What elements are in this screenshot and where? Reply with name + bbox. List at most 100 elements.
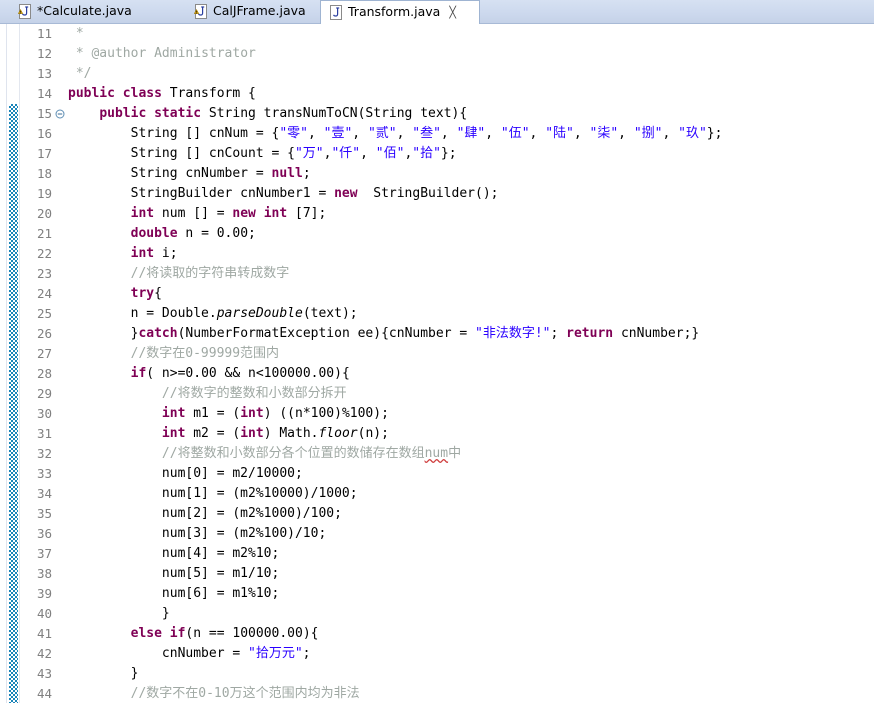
code-token: String [] cnCount = { bbox=[68, 146, 295, 161]
code-line: StringBuilder cnNumber1 = new StringBuil… bbox=[68, 184, 874, 204]
code-token: @author bbox=[91, 46, 147, 61]
line-number: 16 bbox=[20, 124, 66, 144]
code-token: cnNumber;} bbox=[613, 326, 700, 341]
code-line: double n = 0.00; bbox=[68, 224, 874, 244]
code-token: ; bbox=[550, 326, 567, 341]
code-token: new int bbox=[232, 206, 288, 221]
editor-tab-transformjava[interactable]: Transform.java ╳ bbox=[320, 0, 480, 24]
code-token: "拾万元" bbox=[248, 646, 303, 661]
editor-tab-bar: *Calculate.java CalJFrame.java Transform.j… bbox=[0, 0, 874, 24]
line-number: 14 bbox=[20, 84, 66, 104]
code-line: try{ bbox=[68, 284, 874, 304]
code-token: "捌" bbox=[633, 126, 663, 141]
line-number-text: 20 bbox=[36, 206, 52, 221]
code-line: num[6] = m1%10; bbox=[68, 584, 874, 604]
code-token: , bbox=[307, 126, 324, 141]
line-number-text: 26 bbox=[36, 326, 52, 341]
line-number-text: 28 bbox=[36, 366, 52, 381]
line-number-text: 33 bbox=[36, 466, 52, 481]
line-number: 23 bbox=[20, 264, 66, 284]
code-token: if bbox=[130, 366, 147, 381]
code-editor-area[interactable]: 11 12 13 14 15 16 17 18 19 20 21 22 23 24 25 26 27 28 29 30… bbox=[0, 24, 874, 703]
line-number-text: 16 bbox=[36, 126, 52, 141]
line-number-text: 38 bbox=[36, 566, 52, 581]
code-token: int bbox=[161, 426, 186, 441]
java-file-warning-icon bbox=[194, 4, 208, 19]
tab-close-icon[interactable]: ╳ bbox=[449, 7, 456, 18]
code-line: if( n>=0.00 && n<100000.00){ bbox=[68, 364, 874, 384]
tab-bar-empty-space bbox=[480, 0, 874, 23]
code-token: StringBuilder cnNumber1 = bbox=[68, 186, 335, 201]
line-number-text: 41 bbox=[36, 626, 52, 641]
line-number-text: 44 bbox=[36, 686, 52, 701]
code-line: cnNumber = "拾万元"; bbox=[68, 644, 874, 664]
line-number: 32 bbox=[20, 444, 66, 464]
line-number: 34 bbox=[20, 484, 66, 504]
code-token: ) ((n*100)%100); bbox=[263, 406, 389, 421]
code-line: //数字在0-99999范围内 bbox=[68, 344, 874, 364]
line-number: 22 bbox=[20, 244, 66, 264]
code-token: , bbox=[618, 126, 634, 141]
code-token: num[2] = (m2%1000)/100; bbox=[68, 506, 342, 521]
code-line: int m2 = (int) Math.floor(n); bbox=[68, 424, 874, 444]
change-indicator-bar bbox=[7, 24, 20, 703]
line-number-text: 42 bbox=[36, 646, 52, 661]
line-number-text: 11 bbox=[36, 26, 52, 41]
code-line: }catch(NumberFormatException ee){cnNumbe… bbox=[68, 324, 874, 344]
code-token: int bbox=[240, 426, 264, 441]
code-token: cnNumber = bbox=[68, 646, 249, 661]
code-token: (n); bbox=[357, 426, 389, 441]
code-token: num[6] = m1%10; bbox=[68, 586, 280, 601]
code-token: (NumberFormatException ee){cnNumber = bbox=[177, 326, 476, 341]
line-number: 15 bbox=[20, 104, 66, 124]
line-number: 39 bbox=[20, 584, 66, 604]
code-token: //数字在0-99999范围内 bbox=[68, 346, 280, 361]
line-number: 29 bbox=[20, 384, 66, 404]
code-line: n = Double.parseDouble(text); bbox=[68, 304, 874, 324]
code-token: String transNumToCN(String text){ bbox=[208, 106, 468, 121]
code-token: */ bbox=[68, 66, 92, 81]
code-token: , bbox=[662, 126, 679, 141]
editor-tab-calculatejava[interactable]: *Calculate.java bbox=[0, 0, 180, 23]
code-token: int bbox=[130, 206, 155, 221]
code-line: String [] cnNum = {"零", "壹", "贰", "叁", "… bbox=[68, 124, 874, 144]
code-token: num bbox=[424, 446, 449, 461]
code-token: "陆" bbox=[545, 126, 574, 141]
code-token: try bbox=[130, 286, 155, 301]
code-token: public static bbox=[99, 106, 209, 121]
line-number-text: 31 bbox=[36, 426, 52, 441]
code-line: num[5] = m1/10; bbox=[68, 564, 874, 584]
line-number-text: 15 bbox=[36, 106, 52, 121]
fold-collapse-icon[interactable] bbox=[55, 109, 65, 119]
code-token: m2 = ( bbox=[185, 426, 241, 441]
line-number-text: 21 bbox=[36, 226, 52, 241]
code-line: public static String transNumToCN(String… bbox=[68, 104, 874, 124]
line-number-text: 18 bbox=[36, 166, 52, 181]
code-token: m1 = ( bbox=[185, 406, 241, 421]
line-number-text: 39 bbox=[36, 586, 52, 601]
line-number-ruler[interactable]: 11 12 13 14 15 16 17 18 19 20 21 22 23 24 25 26 27 28 29 30… bbox=[20, 24, 66, 703]
line-number-text: 13 bbox=[36, 66, 52, 81]
code-token: (text); bbox=[302, 306, 358, 321]
line-number-text: 14 bbox=[36, 86, 52, 101]
editor-tab-caljframejava[interactable]: CalJFrame.java bbox=[180, 0, 320, 23]
line-number: 33 bbox=[20, 464, 66, 484]
code-line: * bbox=[68, 24, 874, 44]
code-token: StringBuilder(); bbox=[357, 186, 499, 201]
code-token: i; bbox=[154, 246, 178, 261]
code-token: "贰" bbox=[367, 126, 397, 141]
code-line: String [] cnCount = {"万","仟", "佰","拾"}; bbox=[68, 144, 874, 164]
code-token: , bbox=[352, 126, 368, 141]
code-line: */ bbox=[68, 64, 874, 84]
line-number-text: 25 bbox=[36, 306, 52, 321]
code-token: else if bbox=[130, 626, 186, 641]
code-token: , bbox=[440, 126, 457, 141]
code-line: //将整数和小数部分各个位置的数储存在数组num中 bbox=[68, 444, 874, 464]
code-token: , bbox=[360, 146, 376, 161]
code-line: } bbox=[68, 604, 874, 624]
source-code-text[interactable]: * * @author Administrator */ public class… bbox=[66, 24, 874, 703]
code-line: int i; bbox=[68, 244, 874, 264]
